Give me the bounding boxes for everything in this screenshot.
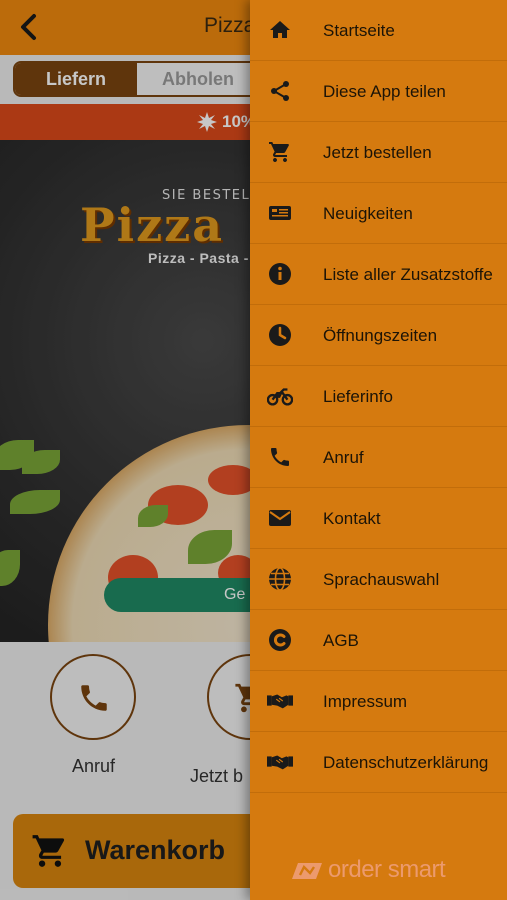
copyright-icon <box>267 628 293 652</box>
menu-item-label: AGB <box>323 631 359 650</box>
menu-item-imprint[interactable]: Impressum <box>250 671 507 732</box>
share-icon <box>267 79 293 103</box>
menu-item-label: Jetzt bestellen <box>323 143 432 162</box>
navigation-drawer: Startseite Diese App teilen Jetzt bestel… <box>250 0 507 900</box>
menu-item-label: Neuigkeiten <box>323 204 413 223</box>
order-smart-logo: order smart <box>290 856 470 884</box>
menu-item-opening-hours[interactable]: Öffnungszeiten <box>250 305 507 366</box>
menu-item-label: Diese App teilen <box>323 82 446 101</box>
handshake-icon <box>267 750 293 774</box>
handshake-icon <box>267 689 293 713</box>
envelope-icon <box>267 506 293 530</box>
menu-item-language[interactable]: Sprachauswahl <box>250 549 507 610</box>
menu-item-label: Öffnungszeiten <box>323 326 438 345</box>
menu-item-order-now[interactable]: Jetzt bestellen <box>250 122 507 183</box>
menu-item-agb[interactable]: AGB <box>250 610 507 671</box>
clock-icon <box>267 323 293 347</box>
brand-name: order smart <box>328 856 446 883</box>
menu-item-label: Sprachauswahl <box>323 570 440 589</box>
menu-item-label: Anruf <box>323 448 364 467</box>
info-icon <box>267 262 293 286</box>
menu-item-label: Liste aller Zusatzstoffe <box>323 265 493 284</box>
menu-item-label: Datenschutzerklärung <box>323 753 489 772</box>
phone-icon <box>267 445 293 469</box>
globe-icon <box>267 567 293 591</box>
menu-item-label: Impressum <box>323 692 408 711</box>
menu-item-delivery-info[interactable]: Lieferinfo <box>250 366 507 427</box>
order-smart-logo-icon <box>292 863 322 879</box>
cart-icon <box>267 140 293 164</box>
menu-item-call[interactable]: Anruf <box>250 427 507 488</box>
menu-item-label: Kontakt <box>323 509 381 528</box>
menu-item-share-app[interactable]: Diese App teilen <box>250 61 507 122</box>
news-icon <box>267 201 293 225</box>
menu-item-startseite[interactable]: Startseite <box>250 0 507 61</box>
menu-item-additives[interactable]: Liste aller Zusatzstoffe <box>250 244 507 305</box>
menu-item-privacy[interactable]: Datenschutzerklärung <box>250 732 507 793</box>
menu-item-label: Lieferinfo <box>323 387 393 406</box>
menu-item-news[interactable]: Neuigkeiten <box>250 183 507 244</box>
home-icon <box>267 18 293 42</box>
motorcycle-icon <box>267 384 293 408</box>
menu-item-label: Startseite <box>323 21 395 40</box>
menu-item-contact[interactable]: Kontakt <box>250 488 507 549</box>
